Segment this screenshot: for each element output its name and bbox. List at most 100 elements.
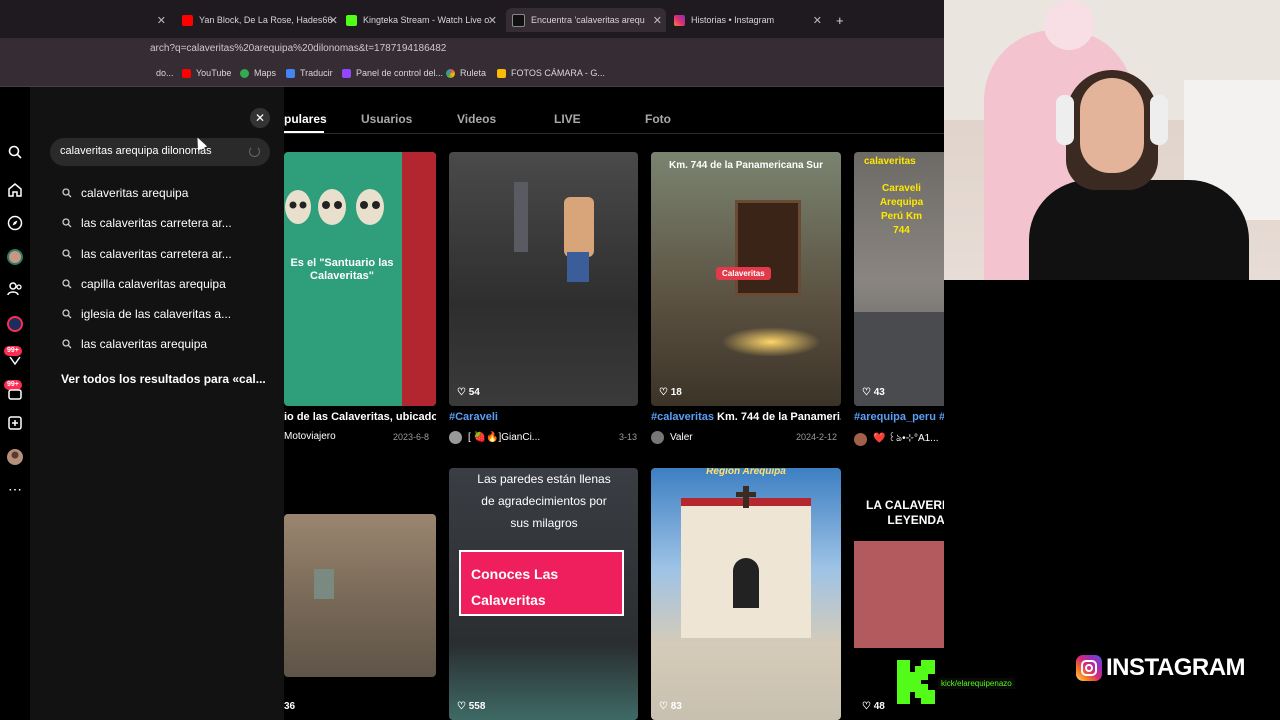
twitch-icon [342, 68, 351, 78]
search-query: calaveritas arequipa dilonomas [60, 145, 212, 157]
bookmark-ruleta[interactable]: Ruleta [446, 68, 486, 78]
close-icon[interactable]: ✕ [813, 14, 822, 27]
instagram-icon [1076, 655, 1102, 681]
sticker-label: Calaveritas [716, 267, 771, 280]
search-suggestion[interactable]: las calaveritas arequipa [62, 337, 207, 351]
headphones-icon [1150, 95, 1168, 145]
tab-videos[interactable]: Videos [457, 112, 496, 126]
tiktok-icon [512, 13, 525, 27]
like-count: 36 [284, 701, 296, 712]
explore-icon[interactable] [6, 215, 24, 233]
webcam-overlay [944, 0, 1280, 280]
avatar [449, 431, 462, 444]
close-icon[interactable]: ✕ [250, 108, 270, 128]
video-author[interactable]: Valer [651, 431, 693, 444]
loading-spinner-icon [249, 146, 260, 157]
browser-tab-2[interactable]: Kingteka Stream - Watch Live o ✕ [346, 8, 501, 32]
search-icon [62, 188, 72, 198]
video-caption[interactable]: #calaveritas Km. 744 de la Panameri... [651, 411, 841, 423]
search-suggestion[interactable]: iglesia de las calaveritas a... [62, 307, 231, 321]
address-bar[interactable]: arch?q=calaveritas%20arequipa%20dilonoma… [0, 38, 944, 62]
video-overlay-text: Km. 744 de la Panamericana Sur [669, 160, 823, 171]
close-icon[interactable]: ✕ [653, 14, 662, 27]
search-icon [62, 279, 72, 289]
following-icon[interactable] [6, 281, 24, 299]
search-suggestion[interactable]: calaveritas arequipa [62, 186, 188, 200]
video-card[interactable]: Calaveritas Km. 744 de la Panamericana S… [651, 152, 841, 406]
tab-populares[interactable]: pulares [284, 112, 327, 126]
video-author[interactable]: Motoviajero [284, 431, 336, 442]
home-icon[interactable] [6, 182, 24, 200]
tab-live[interactable]: LIVE [554, 112, 581, 126]
profile-avatar[interactable] [6, 448, 24, 466]
video-author[interactable]: [ 🍓🔥]GianCi... [449, 431, 540, 444]
active-tab-underline [284, 131, 324, 133]
skull-icon [285, 189, 384, 225]
search-input[interactable]: calaveritas arequipa dilonomas [50, 138, 270, 166]
youtube-icon [182, 68, 191, 78]
kick-icon [346, 14, 357, 26]
like-count: ♡ 18 [659, 387, 682, 398]
video-overlay-text: LA CALAVERITA DE SAN GIL LEYENDA DE CAYM… [866, 498, 944, 527]
video-caption[interactable]: #arequipa_peru #calaveritas ... [854, 411, 944, 423]
browser-tab-bar: ✕ Yan Block, De La Rose, Hades66 ✕ Kingt… [0, 0, 944, 38]
tab-foto[interactable]: Foto [645, 112, 671, 126]
search-suggestion[interactable]: capilla calaveritas arequipa [62, 277, 226, 291]
results-tabs: pulares Usuarios Videos LIVE Foto [284, 87, 944, 134]
headphones-icon [1056, 95, 1074, 145]
bookmark-translate[interactable]: Traducir [286, 68, 333, 78]
cross-icon [743, 486, 749, 508]
like-count: ♡ 48 [862, 701, 885, 712]
bunny-ears [1044, 0, 1094, 50]
avatar [651, 431, 664, 444]
close-icon[interactable]: ✕ [329, 14, 338, 27]
maps-icon [240, 68, 249, 78]
upload-icon[interactable] [6, 415, 24, 433]
avatar[interactable] [6, 248, 24, 266]
wall-photo [854, 541, 944, 648]
video-author[interactable]: ❤️ ꒰ঌ•⊹°A1... [854, 431, 939, 448]
search-suggestion[interactable]: las calaveritas carretera ar... [62, 216, 232, 230]
bookmark-panel[interactable]: Panel de control del... [342, 68, 443, 78]
inbox-icon[interactable] [6, 386, 24, 404]
tab-usuarios[interactable]: Usuarios [361, 112, 412, 126]
person-shirt [1029, 180, 1249, 280]
church-door [733, 558, 759, 608]
video-overlay-text: Region Arequipa [706, 468, 786, 477]
tab-title: Yan Block, De La Rose, Hades66 [199, 15, 333, 25]
close-icon[interactable]: ✕ [488, 14, 497, 27]
browser-tab-0[interactable]: ✕ [156, 8, 170, 32]
bookmark-maps[interactable]: Maps [240, 68, 276, 78]
video-card[interactable]: calaveritas Caraveli Arequipa Perú Km 74… [854, 152, 944, 406]
search-results: pulares Usuarios Videos LIVE Foto Es el … [284, 87, 944, 720]
browser-tab-4[interactable]: Historias • Instagram ✕ [674, 8, 826, 32]
browser-tab-1[interactable]: Yan Block, De La Rose, Hades66 ✕ [182, 8, 342, 32]
video-card[interactable]: Es el "Santuario las Calaveritas" [284, 152, 436, 406]
thumbnail-frame [402, 152, 436, 406]
new-tab-button[interactable]: + [836, 8, 850, 32]
video-caption[interactable]: io de las Calaveritas, ubicado... [284, 411, 436, 423]
search-icon [62, 249, 72, 259]
kick-handle: kick/elarequipenazo [938, 678, 1015, 689]
url-text: arch?q=calaveritas%20arequipa%20dilonoma… [150, 43, 447, 54]
more-icon[interactable]: ⋯ [6, 480, 24, 498]
bookmark-item[interactable]: do... [156, 68, 174, 78]
video-card[interactable]: Region Arequipa ♡ 83 [651, 468, 841, 720]
search-suggestion[interactable]: las calaveritas carretera ar... [62, 247, 232, 261]
messages-icon[interactable] [6, 353, 24, 371]
avatar [854, 433, 867, 446]
video-card[interactable] [284, 514, 436, 677]
video-card[interactable]: ♡ 54 [449, 152, 638, 406]
video-date: 3-13 [619, 432, 638, 442]
bookmark-youtube[interactable]: YouTube [182, 68, 231, 78]
search-icon[interactable] [6, 145, 24, 163]
close-icon[interactable]: ✕ [157, 14, 166, 27]
see-all-results-link[interactable]: Ver todos los resultados para «cal... [61, 372, 266, 386]
bookmark-fotos[interactable]: FOTOS CÁMARA - G... [497, 68, 605, 78]
live-avatar[interactable] [6, 315, 24, 333]
like-count: ♡ 558 [457, 701, 486, 712]
video-overlay-text: Las paredes están llenas de agradecimien… [477, 472, 611, 530]
video-card[interactable]: Las paredes están llenas de agradecimien… [449, 468, 638, 720]
browser-tab-3[interactable]: Encuentra 'calaveritas arequ ✕ [506, 8, 666, 32]
video-caption[interactable]: #Caraveli [449, 411, 498, 423]
